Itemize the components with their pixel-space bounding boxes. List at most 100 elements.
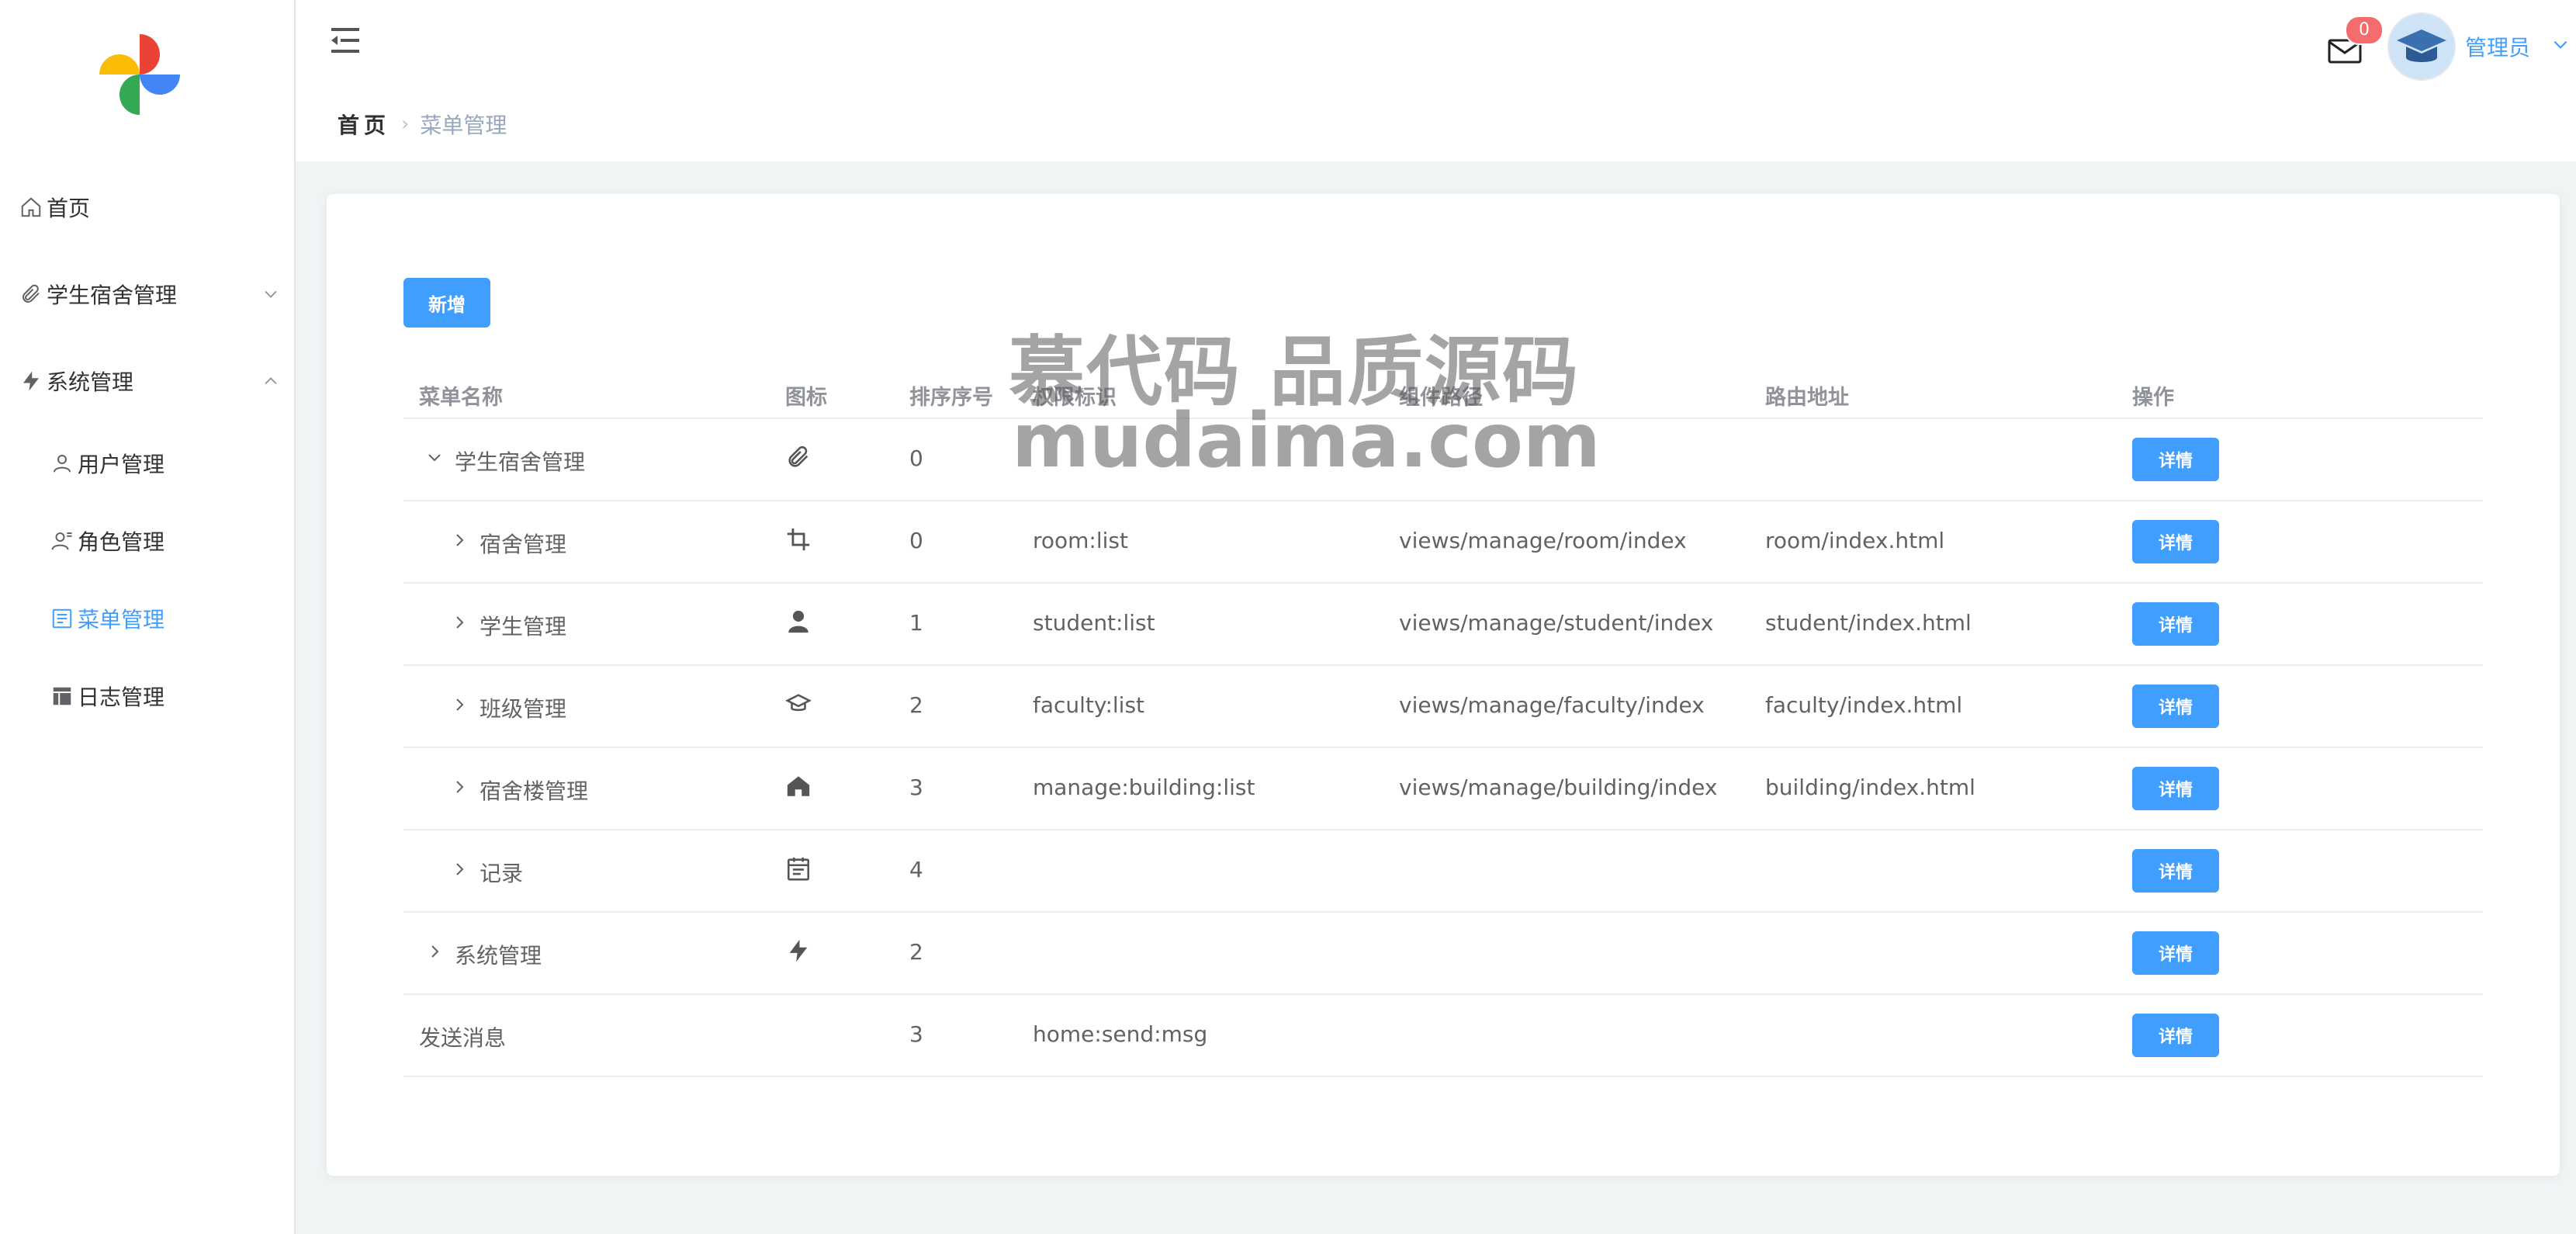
- avatar[interactable]: [2387, 12, 2456, 81]
- breadcrumb-home[interactable]: 首页: [338, 109, 390, 140]
- table-icon: [50, 684, 74, 709]
- sidebar-item-label: 角色管理: [78, 529, 165, 555]
- add-button[interactable]: 新增: [403, 278, 490, 328]
- column-header: 菜单名称: [419, 386, 503, 410]
- sidebar-item-logs[interactable]: 日志管理: [0, 673, 344, 719]
- menu-list-icon: [50, 606, 74, 631]
- table-row[interactable]: 系统管理 2 详情: [403, 911, 2483, 995]
- permission: home:send:msg: [1033, 1021, 1208, 1047]
- crop-icon: [787, 528, 810, 551]
- sort-order: 3: [909, 1021, 923, 1047]
- sidebar-item-home[interactable]: 首页: [0, 184, 313, 231]
- permission: room:list: [1033, 528, 1128, 553]
- detail-button[interactable]: 详情: [2132, 767, 2219, 810]
- breadcrumb-separator: ›: [401, 113, 410, 136]
- menu-name: 系统管理: [455, 943, 542, 969]
- menu-name: 学生管理: [480, 614, 567, 640]
- table-row[interactable]: 记录 4 详情: [403, 829, 2483, 913]
- component-path: views/manage/student/index: [1399, 610, 1714, 636]
- menu-name: 班级管理: [480, 696, 567, 722]
- component-path: views/manage/building/index: [1399, 775, 1718, 800]
- chevron-right-icon[interactable]: [450, 694, 469, 716]
- calendar-icon: [787, 857, 810, 881]
- chevron-right-icon[interactable]: [450, 612, 469, 633]
- sidebar-item-label: 学生宿舍管理: [47, 283, 178, 308]
- user-icon: [50, 451, 74, 476]
- sidebar: 首页 学生宿舍管理 系统管理 用户管理 角色管理 菜单管理 日志管理: [0, 0, 296, 1234]
- table-row[interactable]: 宿舍管理 0 room:list views/manage/room/index…: [403, 500, 2483, 584]
- menu-name: 学生宿舍管理: [455, 449, 586, 475]
- pinwheel-logo-icon: [99, 34, 180, 115]
- route-path: student/index.html: [1765, 610, 1972, 636]
- chevron-right-icon[interactable]: [425, 941, 444, 962]
- table-row[interactable]: 班级管理 2 faculty:list views/manage/faculty…: [403, 664, 2483, 748]
- detail-button[interactable]: 详情: [2132, 931, 2219, 975]
- route-path: faculty/index.html: [1765, 692, 1963, 718]
- sidebar-item-label: 系统管理: [47, 369, 134, 395]
- permission: faculty:list: [1033, 692, 1145, 718]
- chevron-right-icon[interactable]: [450, 529, 469, 551]
- column-header: 排序序号: [909, 386, 993, 410]
- watermark-url: mudaima.com: [1012, 397, 1601, 484]
- breadcrumb: 首页 › 菜单管理: [338, 109, 507, 140]
- chevron-up-icon: [265, 377, 277, 385]
- graduation-cap-icon: [2389, 14, 2454, 79]
- route-path: room/index.html: [1765, 528, 1945, 553]
- sort-order: 0: [909, 528, 923, 553]
- sort-order: 0: [909, 445, 923, 471]
- table-row[interactable]: 发送消息 3 home:send:msg 详情: [403, 993, 2483, 1077]
- detail-button[interactable]: 详情: [2132, 602, 2219, 646]
- chevron-down-icon[interactable]: [2550, 34, 2571, 54]
- chevron-right-icon[interactable]: [450, 776, 469, 798]
- sidebar-item-label: 首页: [47, 196, 91, 221]
- home-icon: [19, 195, 43, 220]
- column-header: 操作: [2132, 386, 2174, 410]
- sidebar-item-roles[interactable]: 角色管理: [0, 518, 344, 564]
- menu-name: 宿舍管理: [480, 532, 567, 557]
- paperclip-icon: [788, 445, 808, 467]
- username[interactable]: 管理员: [2465, 31, 2530, 62]
- detail-button[interactable]: 详情: [2132, 685, 2219, 728]
- house-icon: [787, 776, 810, 796]
- sort-order: 1: [909, 610, 923, 636]
- graduation-cap-icon: [785, 694, 812, 712]
- detail-button[interactable]: 详情: [2132, 1014, 2219, 1057]
- detail-button[interactable]: 详情: [2132, 849, 2219, 893]
- top-header: 首页 › 菜单管理 0 管理员: [296, 0, 2576, 161]
- route-path: building/index.html: [1765, 775, 1975, 800]
- person-icon: [788, 610, 808, 633]
- column-header: 路由地址: [1765, 386, 1849, 410]
- sort-order: 2: [909, 939, 923, 965]
- paperclip-icon: [19, 282, 43, 307]
- sort-order: 2: [909, 692, 923, 718]
- permission: student:list: [1033, 610, 1155, 636]
- sidebar-item-label: 菜单管理: [78, 607, 165, 633]
- menu-name: 宿舍楼管理: [480, 778, 589, 804]
- detail-button[interactable]: 详情: [2132, 438, 2219, 481]
- permission: manage:building:list: [1033, 775, 1255, 800]
- sort-order: 4: [909, 857, 923, 882]
- breadcrumb-current: 菜单管理: [420, 113, 507, 138]
- table-row[interactable]: 学生管理 1 student:list views/manage/student…: [403, 582, 2483, 666]
- message-count-badge: 0: [2345, 16, 2384, 45]
- sidebar-item-label: 用户管理: [78, 452, 165, 477]
- menu-toggle-icon[interactable]: [328, 25, 362, 56]
- sidebar-item-dorm-management[interactable]: 学生宿舍管理: [0, 271, 313, 317]
- column-header: 图标: [785, 386, 827, 410]
- lightning-icon: [19, 369, 43, 393]
- detail-button[interactable]: 详情: [2132, 520, 2219, 563]
- sidebar-item-menus[interactable]: 菜单管理: [0, 595, 344, 642]
- component-path: views/manage/faculty/index: [1399, 692, 1705, 718]
- component-path: views/manage/room/index: [1399, 528, 1687, 553]
- chevron-right-icon[interactable]: [450, 858, 469, 880]
- lightning-icon: [789, 939, 808, 962]
- sort-order: 3: [909, 775, 923, 800]
- table-row[interactable]: 宿舍楼管理 3 manage:building:list views/manag…: [403, 747, 2483, 830]
- chevron-down-icon: [265, 290, 277, 298]
- sidebar-item-label: 日志管理: [78, 685, 165, 710]
- menu-name: 发送消息: [419, 1025, 507, 1051]
- chevron-down-icon[interactable]: [425, 447, 444, 469]
- menu-name: 记录: [480, 861, 524, 886]
- sidebar-item-users[interactable]: 用户管理: [0, 440, 344, 487]
- sidebar-item-system-management[interactable]: 系统管理: [0, 358, 313, 404]
